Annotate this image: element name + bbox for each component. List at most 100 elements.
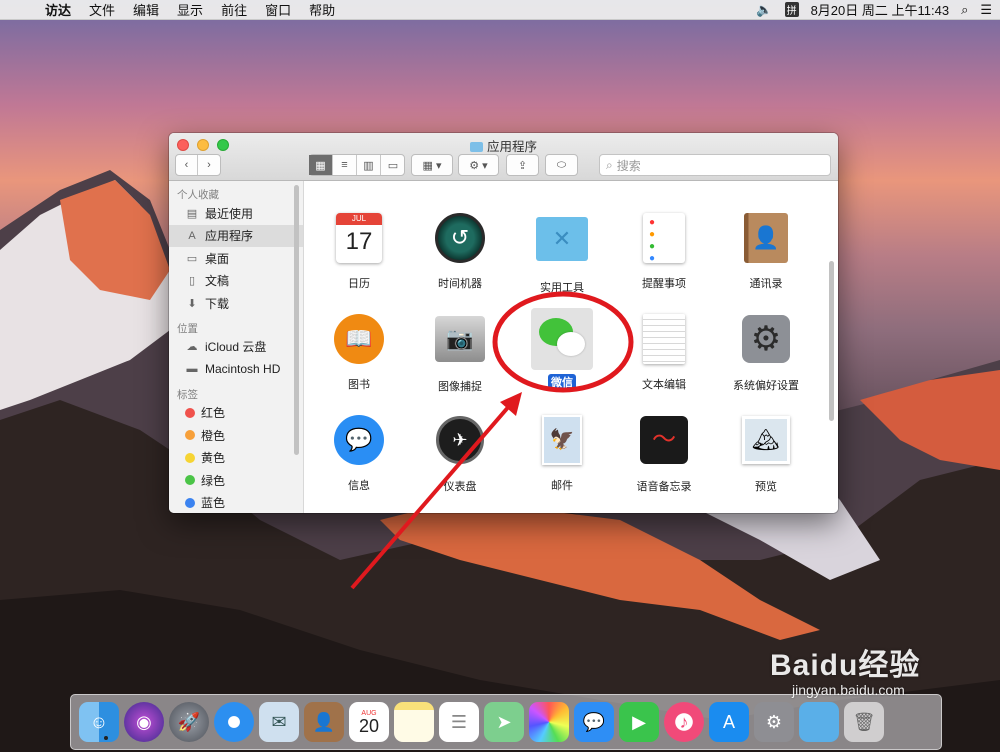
app-item[interactable]: 〜语音备忘录	[614, 413, 714, 495]
sidebar-item-icloud[interactable]: ☁ iCloud 云盘	[169, 336, 303, 359]
sidebar-tag-item[interactable]: 橙色	[169, 424, 303, 447]
reminders-dock-icon[interactable]: ☰	[439, 702, 479, 742]
back-button[interactable]: ‹	[176, 155, 199, 175]
safari-dock-icon[interactable]	[214, 702, 254, 742]
applications-icon: A	[188, 229, 196, 242]
photos-dock-icon[interactable]	[529, 702, 569, 742]
menu-bar: 访达 文件 编辑 显示 前往 窗口 帮助 🔈 拼 8月20日 周二 上午11:4…	[0, 0, 1000, 20]
trash-dock-icon[interactable]: 🗑	[844, 702, 884, 742]
image-capture-icon: 📷	[433, 316, 487, 370]
arrange-button[interactable]: ▦ ▾	[411, 154, 453, 176]
app-item[interactable]: ⚙ 系统偏好设置	[716, 312, 816, 394]
arrange-icon: ▦ ▾	[422, 159, 442, 172]
menu-view[interactable]: 显示	[168, 0, 212, 19]
contacts-dock-icon[interactable]: 👤	[304, 702, 344, 742]
calendar-day: 20	[358, 715, 380, 736]
utilities-folder-icon: ✕	[535, 217, 589, 271]
volume-icon[interactable]: 🔈	[756, 2, 772, 18]
action-button[interactable]: ⚙ ▾	[458, 154, 499, 176]
sidebar-tag-item[interactable]: 绿色	[169, 469, 303, 492]
share-button[interactable]: ⇪	[506, 154, 539, 176]
maps-dock-icon[interactable]: ➤	[484, 702, 524, 742]
sidebar-item-label: 绿色	[201, 473, 226, 488]
app-label: 仪表盘	[443, 481, 477, 493]
sidebar-item-downloads[interactable]: ⬇ 下载	[169, 292, 303, 315]
calendar-day: 17	[345, 228, 373, 255]
contacts-icon: 👤	[739, 213, 793, 267]
system-preferences-dock-icon[interactable]: ⚙	[754, 702, 794, 742]
menu-window[interactable]: 窗口	[256, 0, 300, 19]
gallery-view-button[interactable]: ▭	[381, 155, 405, 175]
sidebar-item-label: 文稿	[205, 274, 230, 289]
forward-button[interactable]: ›	[198, 155, 220, 175]
app-item[interactable]: 👤 通讯录	[716, 211, 816, 292]
tag-color-dot	[185, 452, 195, 463]
dashboard-icon: ✈	[433, 416, 487, 470]
time-machine-icon: ↺	[433, 213, 487, 267]
menubar-clock[interactable]: 8月20日 周二 上午11:43	[811, 0, 949, 19]
icon-view-button[interactable]: ▦	[309, 155, 333, 175]
content-scrollbar[interactable]	[829, 261, 834, 421]
app-store-dock-icon[interactable]: A	[709, 702, 749, 742]
sidebar-item-desktop[interactable]: ▭ 桌面	[169, 247, 303, 270]
search-field[interactable]: ⌕ 搜索	[599, 154, 831, 176]
app-label: 实用工具	[540, 282, 584, 294]
app-item[interactable]: JUL 17 日历	[309, 211, 409, 292]
input-method-icon[interactable]: 拼	[784, 2, 799, 17]
gear-icon: ⚙ ▾	[469, 159, 488, 172]
downloads-folder-dock-icon[interactable]	[799, 702, 839, 742]
notification-center-icon[interactable]: ☰	[980, 2, 992, 18]
app-label: 提醒事项	[642, 278, 686, 290]
menu-help[interactable]: 帮助	[300, 0, 344, 19]
sidebar-tag-item[interactable]: 蓝色	[169, 492, 303, 514]
messages-dock-icon[interactable]: 💬	[574, 702, 614, 742]
window-titlebar: 应用程序 ‹ › ▦ ≡ ▥ ▭ ▦ ▾ ⚙ ▾ ⇪ ⬭ ⌕ 搜索	[169, 133, 838, 181]
app-item[interactable]: 🏔 预览	[716, 413, 816, 495]
siri-dock-icon[interactable]: ◉	[124, 702, 164, 742]
app-item[interactable]: 微信	[512, 308, 612, 391]
sidebar-item-label: 应用程序	[205, 229, 254, 244]
list-view-button[interactable]: ≡	[333, 155, 357, 175]
share-icon: ⇪	[517, 159, 528, 172]
window-title: 应用程序	[169, 136, 838, 155]
notes-dock-icon[interactable]	[394, 702, 434, 742]
voice-memos-icon: 〜	[637, 416, 691, 470]
app-item[interactable]: 文本编辑	[614, 312, 714, 393]
sidebar-item-recents[interactable]: ▤ 最近使用	[169, 202, 303, 225]
spotlight-icon[interactable]: ⌕	[961, 2, 968, 18]
app-item[interactable]: 📷 图像捕捉	[410, 312, 510, 395]
app-item[interactable]: 💬 信息	[309, 413, 409, 494]
app-item[interactable]: 🦅 邮件	[512, 413, 612, 494]
menu-file[interactable]: 文件	[80, 0, 124, 19]
app-item[interactable]: 📖 图书	[309, 312, 409, 393]
sidebar-tag-item[interactable]: 黄色	[169, 447, 303, 470]
facetime-dock-icon[interactable]: ▶	[619, 702, 659, 742]
menu-go[interactable]: 前往	[212, 0, 256, 19]
launchpad-dock-icon[interactable]: 🚀	[169, 702, 209, 742]
sidebar-scrollbar[interactable]	[294, 185, 299, 455]
file-grid: JUL 17 日历 ↺ 时间机器 ✕ 实用工具 ● ● ● ● 提醒事项 👤 通讯录 📖 图书 📷 图像捕捉 微信 文…	[305, 181, 838, 513]
music-dock-icon[interactable]: ♪	[664, 702, 704, 742]
menu-edit[interactable]: 编辑	[124, 0, 168, 19]
app-item[interactable]: ↺ 时间机器	[410, 211, 510, 292]
app-item[interactable]: ✕ 实用工具	[512, 211, 612, 296]
app-item[interactable]: ✈ 仪表盘	[410, 413, 510, 495]
calendar-icon: JUL 17	[332, 213, 386, 267]
sidebar-item-applications[interactable]: A 应用程序	[169, 224, 303, 247]
sidebar-item-label: 红色	[201, 406, 226, 421]
sidebar-item-macintosh-hd[interactable]: ▬ Macintosh HD	[169, 358, 303, 381]
tags-button[interactable]: ⬭	[545, 154, 578, 176]
baidu-watermark: Baidu经验 jingyan.baidu.com	[770, 640, 920, 698]
column-view-button[interactable]: ▥	[357, 155, 381, 175]
app-item[interactable]: ● ● ● ● 提醒事项	[614, 211, 714, 292]
tag-color-dot	[185, 497, 195, 508]
sidebar-tag-item[interactable]: 红色	[169, 402, 303, 425]
finder-dock-icon[interactable]: ☺	[79, 702, 119, 742]
wechat-icon	[531, 308, 593, 370]
app-label: 信息	[348, 480, 370, 492]
app-label: 图像捕捉	[438, 381, 482, 393]
calendar-dock-icon[interactable]: AUG 20	[349, 702, 389, 742]
sidebar-item-documents[interactable]: ▯ 文稿	[169, 270, 303, 293]
menu-finder[interactable]: 访达	[36, 0, 80, 19]
mail-dock-icon[interactable]: ✉	[259, 702, 299, 742]
